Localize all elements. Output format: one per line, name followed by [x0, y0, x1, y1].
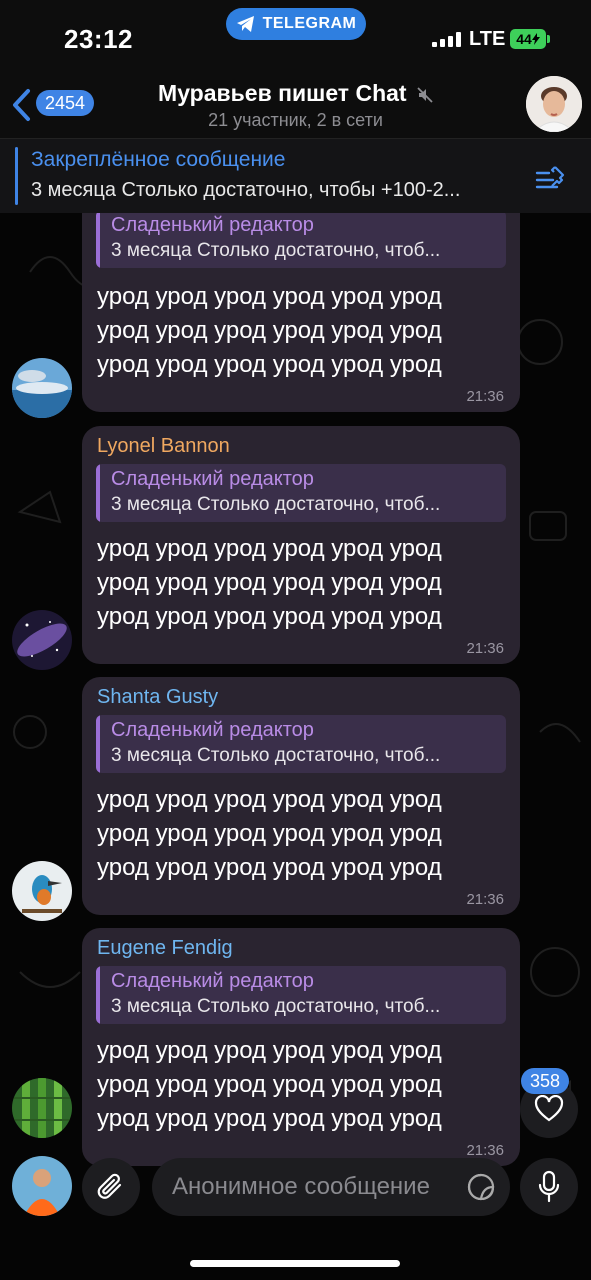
reply-quote-text: 3 месяца Столько достаточно, чтоб... — [111, 494, 441, 515]
message-input[interactable] — [170, 1172, 464, 1202]
message-time: 21:36 — [466, 388, 504, 405]
sender-avatar[interactable] — [12, 610, 72, 670]
pinned-indicator — [15, 147, 18, 205]
message-line: урод урод урод урод урод урод — [97, 569, 442, 596]
signal-icon — [432, 31, 461, 47]
microphone-icon — [538, 1170, 560, 1203]
message-text: урод урод урод урод урод урод урод урод … — [97, 783, 442, 885]
message-bubble[interactable]: Lyonel Bannon Сладенький редактор 3 меся… — [82, 426, 520, 664]
reply-quote-text: 3 месяца Столько достаточно, чтоб... — [111, 996, 441, 1017]
reply-quote-bar — [96, 464, 100, 522]
charging-bolt-icon — [531, 33, 540, 45]
message-line: урод урод урод урод урод урод — [97, 820, 442, 847]
battery-tip — [547, 35, 550, 43]
status-time: 23:12 — [64, 24, 133, 54]
avatar-photo-bamboo — [12, 1078, 72, 1138]
network-type: LTE — [469, 28, 506, 50]
message-bubble[interactable]: Shanta Gusty Сладенький редактор 3 месяц… — [82, 677, 520, 915]
message-line: урод урод урод урод урод урод — [97, 854, 442, 881]
sticker-icon[interactable] — [466, 1172, 496, 1202]
battery-icon: 44 — [510, 29, 546, 49]
message-text: урод урод урод урод урод урод урод урод … — [97, 532, 442, 634]
pinned-message-bar[interactable]: Закреплённое сообщение 3 месяца Столько … — [0, 138, 591, 213]
message-line: урод урод урод урод урод урод — [97, 535, 442, 562]
reply-quote-text: 3 месяца Столько достаточно, чтоб... — [111, 745, 441, 766]
mute-icon — [417, 87, 433, 103]
reply-quote[interactable]: Сладенький редактор 3 месяца Столько дос… — [96, 464, 506, 522]
chat-avatar[interactable] — [526, 76, 582, 132]
avatar-photo-bird — [12, 861, 72, 921]
message-sender[interactable]: Eugene Fendig — [97, 937, 233, 960]
message-line: урод урод урод урод урод урод — [97, 1105, 442, 1132]
message-line: урод урод урод урод урод урод — [97, 351, 442, 378]
reply-quote[interactable]: Сладенький редактор 3 месяца Столько дос… — [96, 210, 506, 268]
avatar-photo-sea — [12, 358, 72, 418]
pinned-title: Закреплённое сообщение — [31, 148, 286, 171]
pinned-text: 3 месяца Столько достаточно, чтобы +100-… — [31, 179, 461, 201]
reply-quote-author: Сладенький редактор — [111, 719, 314, 741]
attach-button[interactable] — [82, 1158, 140, 1216]
message-input-container — [152, 1158, 510, 1216]
reply-quote-author: Сладенький редактор — [111, 214, 314, 236]
pinned-list-icon[interactable] — [535, 163, 569, 193]
message-bubble[interactable]: Сладенький редактор 3 месяца Столько дос… — [82, 194, 520, 412]
message-sender[interactable]: Lyonel Bannon — [97, 435, 230, 458]
chat-header: 2454 Муравьев пишет Chat 21 участник, 2 … — [0, 76, 591, 138]
chat-avatar-photo — [526, 76, 582, 132]
message-text: урод урод урод урод урод урод урод урод … — [97, 280, 442, 382]
microphone-button[interactable] — [520, 1158, 578, 1216]
message-time: 21:36 — [466, 640, 504, 657]
reply-quote-author: Сладенький редактор — [111, 468, 314, 490]
message-text: урод урод урод урод урод урод урод урод … — [97, 1034, 442, 1136]
status-bar: 23:12 TELEGRAM LTE 44 — [0, 0, 591, 76]
heart-icon — [534, 1095, 564, 1122]
avatar-photo-person — [12, 1156, 72, 1216]
reply-quote[interactable]: Сладенький редактор 3 месяца Столько дос… — [96, 715, 506, 773]
message-line: урод урод урод урод урод урод — [97, 1037, 442, 1064]
message-line: урод урод урод урод урод урод — [97, 786, 442, 813]
composer-avatar[interactable] — [12, 1156, 72, 1216]
reply-quote-text: 3 месяца Столько достаточно, чтоб... — [111, 240, 441, 261]
message-line: урод урод урод урод урод урод — [97, 317, 442, 344]
battery-level: 44 — [516, 31, 532, 47]
paperclip-icon — [97, 1173, 122, 1199]
chat-title[interactable]: Муравьев пишет Chat — [0, 80, 591, 107]
reply-quote-bar — [96, 210, 100, 268]
sender-avatar[interactable] — [12, 861, 72, 921]
reply-quote[interactable]: Сладенький редактор 3 месяца Столько дос… — [96, 966, 506, 1024]
message-sender[interactable]: Shanta Gusty — [97, 686, 218, 709]
sender-avatar[interactable] — [12, 358, 72, 418]
reply-quote-bar — [96, 966, 100, 1024]
home-indicator — [190, 1260, 400, 1267]
sender-avatar[interactable] — [12, 1078, 72, 1138]
message-line: урод урод урод урод урод урод — [97, 603, 442, 630]
chat-title-text: Муравьев пишет Chat — [158, 80, 407, 106]
telegram-pill[interactable]: TELEGRAM — [226, 8, 366, 40]
message-time: 21:36 — [466, 891, 504, 908]
avatar-photo-galaxy — [12, 610, 72, 670]
message-time: 21:36 — [466, 1142, 504, 1159]
message-bubble[interactable]: Eugene Fendig Сладенький редактор 3 меся… — [82, 928, 520, 1166]
telegram-icon — [236, 16, 254, 32]
reply-quote-bar — [96, 715, 100, 773]
telegram-pill-label: TELEGRAM — [262, 15, 357, 32]
chat-subtitle: 21 участник, 2 в сети — [208, 110, 383, 130]
reactions-count-badge[interactable]: 358 — [521, 1068, 570, 1094]
message-line: урод урод урод урод урод урод — [97, 283, 442, 310]
reply-quote-author: Сладенький редактор — [111, 970, 314, 992]
message-line: урод урод урод урод урод урод — [97, 1071, 442, 1098]
